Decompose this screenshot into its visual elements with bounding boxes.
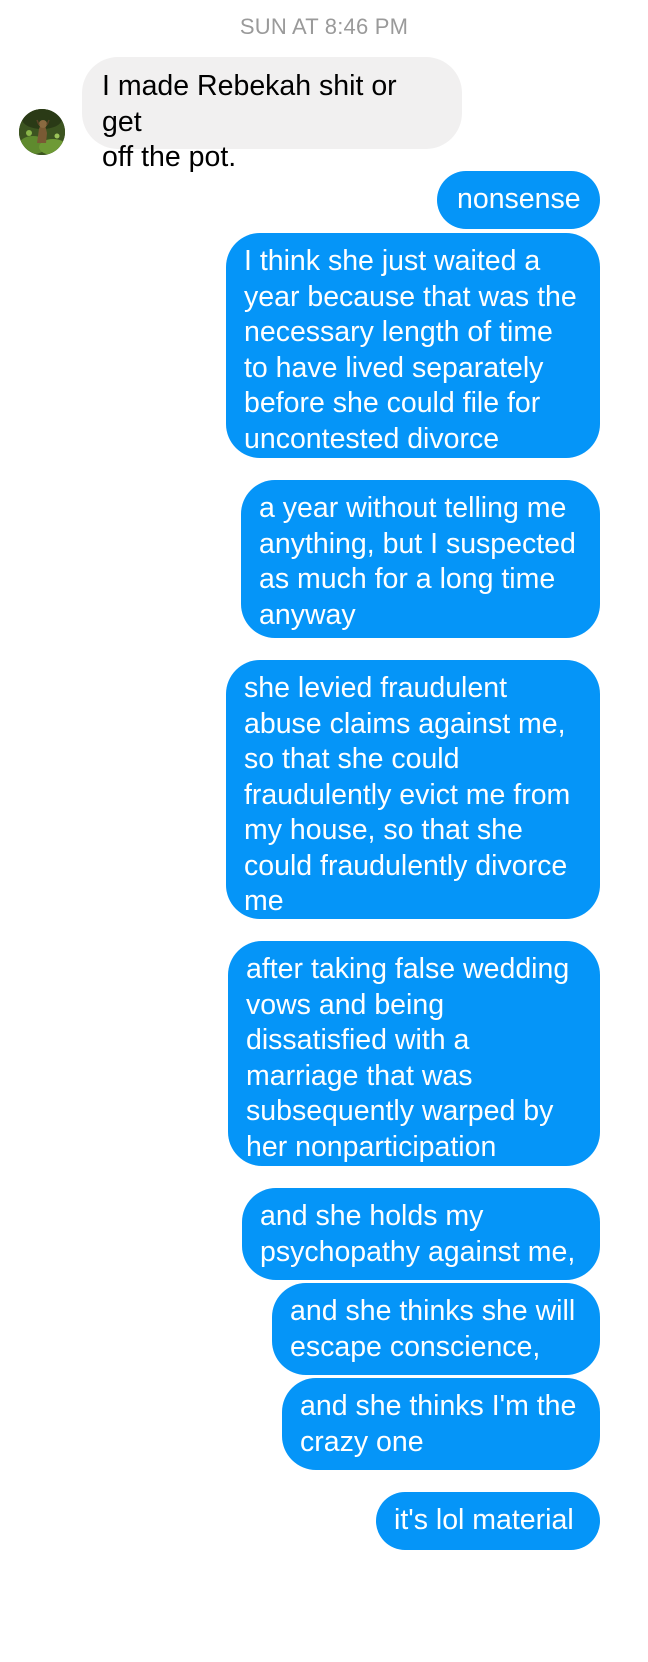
- avatar-photo-icon: [19, 109, 65, 155]
- message-bubble-outgoing[interactable]: and she thinks I'm the crazy one: [282, 1378, 600, 1470]
- message-bubble-outgoing[interactable]: I think she just waited a year because t…: [226, 233, 600, 458]
- message-bubble-outgoing[interactable]: and she holds my psychopathy against me,: [242, 1188, 600, 1280]
- message-bubble-outgoing[interactable]: nonsense: [437, 171, 600, 229]
- message-bubble-outgoing[interactable]: after taking false wedding vows and bein…: [228, 941, 600, 1166]
- message-bubble-outgoing[interactable]: it's lol material: [376, 1492, 600, 1550]
- message-bubble-outgoing[interactable]: and she thinks she will escape conscienc…: [272, 1283, 600, 1375]
- message-bubble-outgoing[interactable]: a year without telling me anything, but …: [241, 480, 600, 638]
- message-bubble-incoming[interactable]: I made Rebekah shit or get off the pot.: [82, 57, 462, 173]
- contact-avatar[interactable]: [19, 109, 65, 155]
- message-timestamp: SUN AT 8:46 PM: [239, 14, 409, 39]
- message-bubble-outgoing[interactable]: she levied fraudulent abuse claims again…: [226, 660, 600, 919]
